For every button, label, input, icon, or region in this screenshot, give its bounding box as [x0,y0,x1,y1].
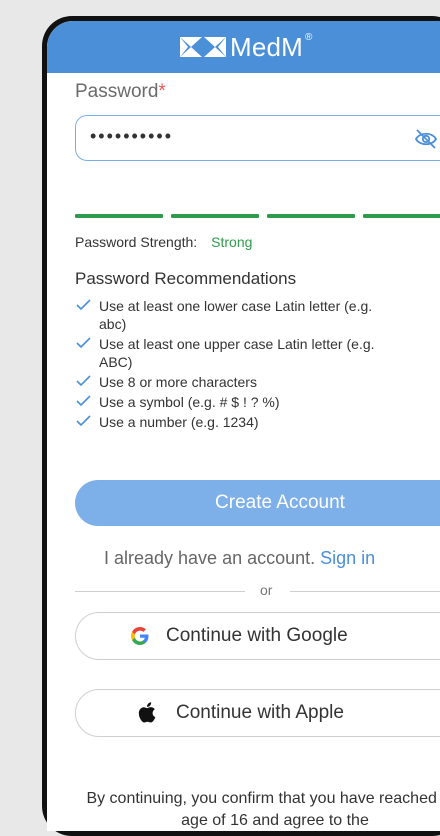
google-button-label: Continue with Google [166,625,348,646]
recommendation-item: Use a symbol (e.g. # $ ! ? %) [75,393,440,411]
eye-off-icon[interactable] [414,128,438,150]
check-icon [76,375,91,387]
recommendation-item: Use at least one lower case Latin letter… [75,297,440,333]
app-header: MedM ® [47,21,440,73]
check-icon [76,415,91,427]
recommendation-item: Use 8 or more characters [75,373,440,391]
strength-segment [75,214,163,218]
password-label-text: Password [75,81,159,102]
google-icon [131,627,149,645]
recommendation-text: Use at least one lower case Latin letter… [99,298,373,314]
apple-button-label: Continue with Apple [176,702,344,723]
password-label: Password* [75,81,166,103]
recommendations-title: Password Recommendations [75,269,297,288]
check-icon [76,395,91,407]
recommendation-item: Use a number (e.g. 1234) [75,413,440,431]
check-icon [76,337,91,349]
strength-label: Password Strength: [75,234,198,250]
apple-signin-button[interactable]: Continue with Apple [75,689,440,737]
apple-icon [138,702,156,723]
screen: MedM ® Password* •••••••••• Password Str… [47,21,440,831]
check-icon [76,299,91,311]
divider-line [75,591,245,592]
required-mark: * [158,81,166,102]
recommendation-text: Use at least one upper case Latin letter… [99,336,375,352]
google-signin-button[interactable]: Continue with Google [75,612,440,660]
strength-value: Strong [211,234,253,250]
signin-prompt: I already have an account. Sign in [104,548,375,569]
create-account-button[interactable]: Create Account [75,480,440,526]
recommendation-text: Use a symbol (e.g. # $ ! ? %) [99,394,280,410]
terms-notice: By continuing, you confirm that you have… [86,790,440,829]
strength-segment [171,214,259,218]
recommendation-text: Use a number (e.g. 1234) [99,414,259,430]
divider-line [290,591,440,592]
or-divider: or [75,581,440,601]
password-field[interactable]: •••••••••• [75,115,440,161]
brand-logo: MedM ® [180,27,312,67]
recommendations-list: Use at least one lower case Latin letter… [75,297,440,433]
strength-segment [363,214,440,218]
divider-text: or [260,582,273,598]
medm-logo-icon [180,37,226,57]
signin-link[interactable]: Sign in [320,548,375,568]
brand-name: MedM [230,31,304,62]
strength-segment [267,214,355,218]
recommendation-text-cont: ABC) [99,354,133,370]
signin-prefix: I already have an account. [104,548,316,568]
brand-registered-mark: ® [305,31,313,43]
password-value: •••••••••• [90,126,174,146]
password-strength: Password Strength: Strong [75,234,252,250]
recommendation-text: Use 8 or more characters [99,374,257,390]
recommendation-item: Use at least one upper case Latin letter… [75,335,440,371]
recommendation-text-cont: abc) [99,316,127,332]
